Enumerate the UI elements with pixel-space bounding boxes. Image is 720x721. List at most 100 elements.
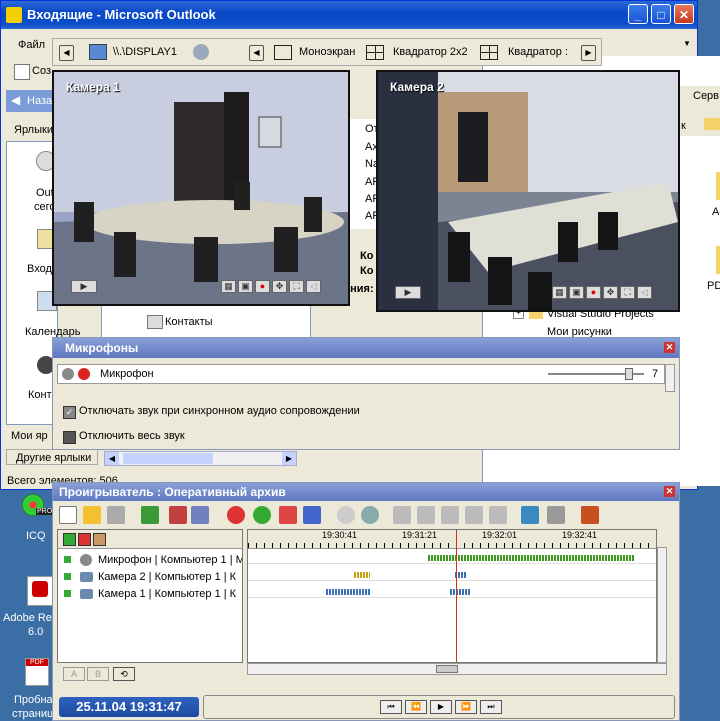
skip-start-button[interactable]: ⏮ bbox=[380, 700, 402, 714]
cut-icon[interactable] bbox=[417, 506, 435, 524]
archive-list-icon[interactable] bbox=[191, 506, 209, 524]
back-button[interactable]: Наза bbox=[27, 95, 52, 107]
microphones-titlebar[interactable]: Микрофоны ✕ bbox=[53, 338, 679, 358]
prev-display-button[interactable]: ◀ bbox=[59, 45, 74, 61]
outlook-titlebar[interactable]: Входящие - Microsoft Outlook _ □ ✕ bbox=[1, 1, 697, 29]
refresh-icon[interactable] bbox=[141, 506, 159, 524]
icq-desktop-icon[interactable]: PRO bbox=[22, 494, 54, 524]
copy-icon[interactable] bbox=[465, 506, 483, 524]
segment-camera1[interactable] bbox=[450, 589, 470, 595]
mark-b-button[interactable]: B bbox=[87, 667, 109, 681]
display-name[interactable]: \\.\DISPLAY1 bbox=[113, 46, 177, 58]
mute-sync-checkbox[interactable]: ✓ bbox=[63, 406, 76, 419]
minimize-button[interactable]: _ bbox=[628, 4, 648, 24]
quad2-layout-button[interactable]: Квадратор : bbox=[508, 46, 568, 58]
pdf-file-icon[interactable]: PDF bbox=[25, 658, 49, 686]
stop-record-icon[interactable] bbox=[227, 506, 245, 524]
outlook-menu-file[interactable]: Файл bbox=[18, 39, 45, 51]
quad-layout-button[interactable]: Квадратор 2x2 bbox=[393, 46, 468, 58]
create-button[interactable]: Соз bbox=[32, 65, 51, 77]
shield-icon[interactable] bbox=[253, 506, 271, 524]
export-gray-icon[interactable] bbox=[547, 506, 565, 524]
delete-all-icon[interactable] bbox=[303, 506, 321, 524]
scroll-right-icon[interactable]: ▶ bbox=[282, 452, 296, 465]
skip-end-button[interactable]: ⏭ bbox=[480, 700, 502, 714]
mic-volume-slider[interactable] bbox=[548, 368, 644, 380]
hand-icon[interactable] bbox=[489, 506, 507, 524]
track-row-camera2[interactable]: Камера 2 | Компьютер 1 | К bbox=[58, 569, 242, 585]
mute-all-checkbox[interactable] bbox=[63, 431, 76, 444]
my-shortcuts[interactable]: Мои яр bbox=[11, 428, 55, 444]
display-settings-icon[interactable] bbox=[193, 44, 209, 60]
mono-layout-button[interactable]: Моноэкран bbox=[299, 46, 355, 58]
mic-list-scrollbar[interactable] bbox=[665, 364, 675, 392]
timeline-hscroll[interactable] bbox=[247, 663, 667, 675]
camera-1-snapshot-icon[interactable]: ▣ bbox=[238, 280, 253, 293]
dropdown-arrow-icon[interactable]: ▼ bbox=[683, 39, 691, 48]
segment-camera1[interactable] bbox=[326, 589, 370, 595]
camera-1-sound-icon[interactable]: ◁ bbox=[306, 280, 321, 293]
zoom-in-icon[interactable] bbox=[337, 506, 355, 524]
save-icon[interactable] bbox=[107, 506, 125, 524]
playhead-line[interactable] bbox=[456, 530, 457, 662]
x-icon[interactable] bbox=[441, 506, 459, 524]
camera-2-sound-icon[interactable]: ◁ bbox=[637, 286, 652, 299]
explorer-service-menu[interactable]: Серв bbox=[693, 90, 719, 102]
nav-contacts[interactable]: Конт bbox=[28, 389, 52, 401]
mic-volume-thumb[interactable] bbox=[624, 368, 633, 380]
scroll-thumb[interactable] bbox=[123, 453, 213, 464]
mark-a-button[interactable]: A bbox=[63, 667, 85, 681]
mic-settings-icon[interactable] bbox=[62, 368, 74, 380]
marker-icon[interactable] bbox=[393, 506, 411, 524]
player-close-icon[interactable]: ✕ bbox=[664, 486, 675, 497]
track-mic-toggle[interactable] bbox=[64, 556, 71, 563]
camera-2-play-button[interactable]: ▶ bbox=[395, 286, 421, 299]
camera-2-fullscreen-icon[interactable]: ⛶ bbox=[620, 286, 635, 299]
camera-2-record-icon[interactable]: ● bbox=[586, 286, 601, 299]
mic-record-icon[interactable] bbox=[78, 368, 90, 380]
timeline-hscroll-thumb[interactable] bbox=[436, 665, 458, 673]
segment-camera2[interactable] bbox=[354, 572, 370, 578]
camera-1-view[interactable]: Камера 1 ▶ ▦ ▣ ● ✥ ⛶ ◁ bbox=[52, 70, 350, 306]
archive-books-icon[interactable] bbox=[169, 506, 187, 524]
player-titlebar[interactable]: Проигрыватель : Оперативный архив ✕ bbox=[53, 483, 679, 501]
track-camera2-toggle[interactable] bbox=[64, 573, 71, 580]
new-doc-icon[interactable] bbox=[59, 506, 77, 524]
zoom-out-icon[interactable] bbox=[361, 506, 379, 524]
other-shortcuts-button[interactable]: Другие ярлыки bbox=[6, 449, 98, 465]
track-camera1-toggle[interactable] bbox=[64, 590, 71, 597]
scroll-left-icon[interactable]: ◀ bbox=[105, 452, 119, 465]
maximize-button[interactable]: □ bbox=[651, 4, 671, 24]
close-button[interactable]: ✕ bbox=[674, 4, 694, 24]
camera-1-fullscreen-icon[interactable]: ⛶ bbox=[289, 280, 304, 293]
camera-1-ptz-icon[interactable]: ✥ bbox=[272, 280, 287, 293]
microphones-close-icon[interactable]: ✕ bbox=[664, 342, 675, 353]
rewind-button[interactable]: ⏪ bbox=[405, 700, 427, 714]
timeline-vscroll[interactable] bbox=[657, 547, 667, 663]
segment-mic[interactable] bbox=[428, 555, 634, 561]
folder-icon-ac[interactable] bbox=[716, 172, 720, 200]
next-layout-button[interactable]: ▶ bbox=[581, 45, 596, 61]
header-rec-icon[interactable] bbox=[78, 533, 91, 546]
camera-2-ptz-icon[interactable]: ✥ bbox=[603, 286, 618, 299]
open-star-icon[interactable] bbox=[83, 506, 101, 524]
horizontal-scrollbar[interactable]: ◀ ▶ bbox=[104, 451, 297, 466]
export-icon[interactable] bbox=[521, 506, 539, 524]
camera-1-layout-icon[interactable]: ▦ bbox=[221, 280, 236, 293]
camera-1-play-button[interactable]: ▶ bbox=[71, 280, 97, 293]
camera-2-layout-icon[interactable]: ▦ bbox=[552, 286, 567, 299]
track-row-mic[interactable]: Микрофон | Компьютер 1 | М bbox=[58, 552, 242, 568]
header-person-icon[interactable] bbox=[93, 533, 106, 546]
play-button[interactable]: ▶ bbox=[430, 700, 452, 714]
tools-icon[interactable] bbox=[581, 506, 599, 524]
folder-icon-pd[interactable] bbox=[716, 246, 720, 274]
track-row-camera1[interactable]: Камера 1 | Компьютер 1 | К bbox=[58, 586, 242, 602]
prev-layout-button[interactable]: ◀ bbox=[249, 45, 264, 61]
loop-icon[interactable]: ⟲ bbox=[113, 667, 135, 681]
fast-forward-button[interactable]: ⏩ bbox=[455, 700, 477, 714]
camera-2-view[interactable]: Камера 2 ▶ ▦ ▣ ● ✥ ⛶ ◁ bbox=[376, 70, 680, 312]
header-green-icon[interactable] bbox=[63, 533, 76, 546]
folder-contacts[interactable]: Контакты bbox=[165, 316, 213, 328]
camera-1-record-icon[interactable]: ● bbox=[255, 280, 270, 293]
camera-2-snapshot-icon[interactable]: ▣ bbox=[569, 286, 584, 299]
